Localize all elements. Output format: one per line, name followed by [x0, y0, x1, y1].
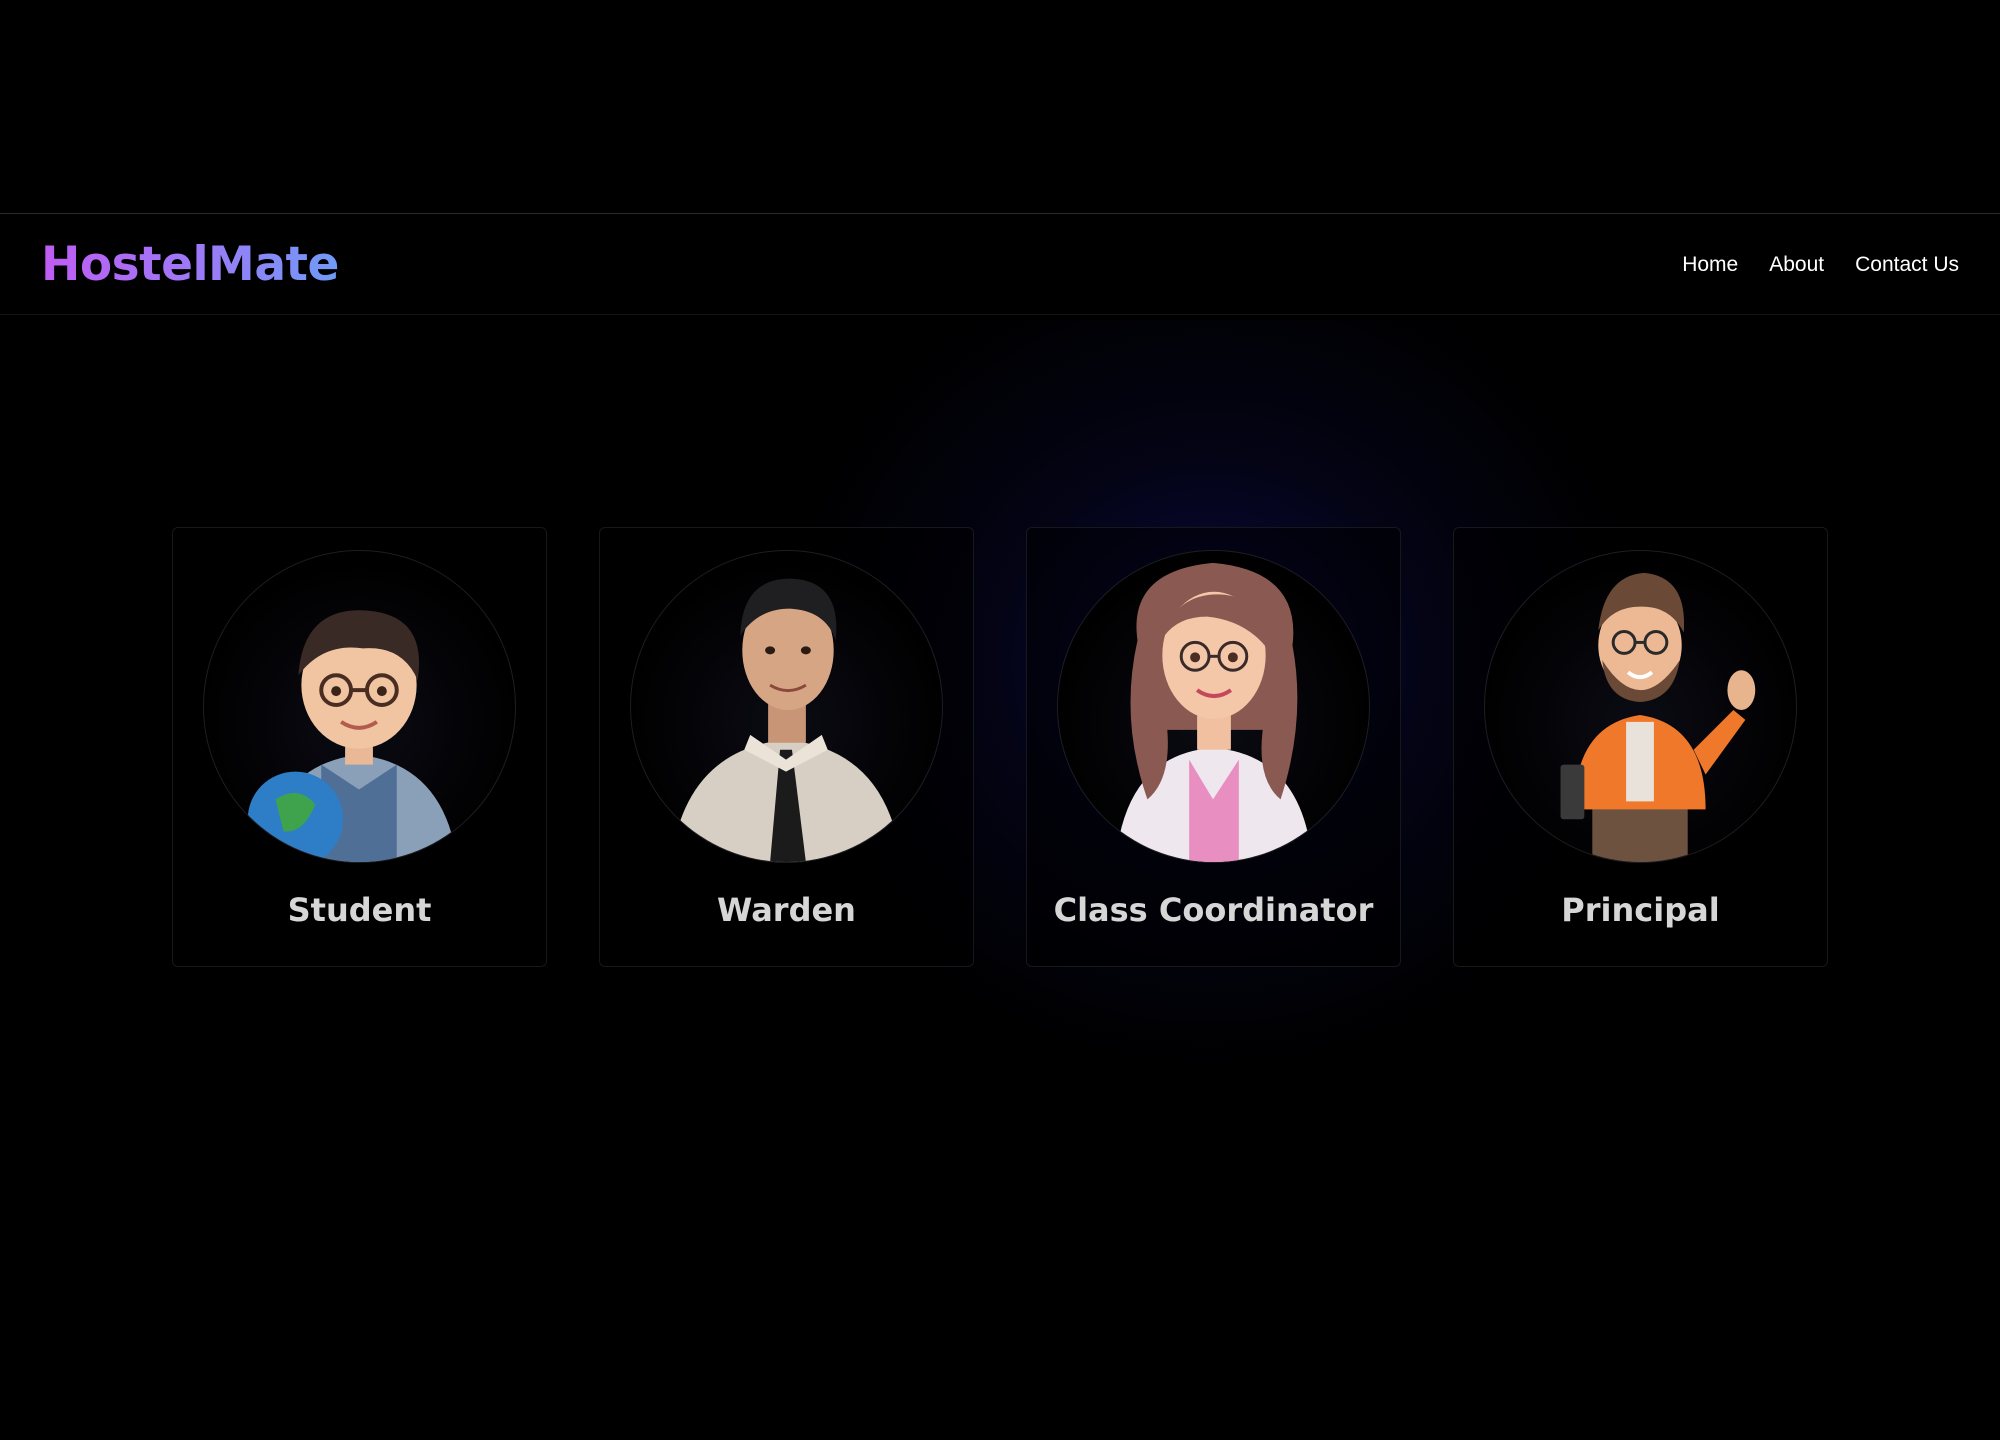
warden-avatar-icon [630, 550, 943, 863]
nav-contact-link[interactable]: Contact Us [1855, 253, 1959, 277]
top-band [0, 0, 2000, 214]
nav-links: Home About Contact Us [1682, 253, 1959, 277]
role-label: Warden [717, 891, 856, 929]
role-card-class-coordinator[interactable]: Class Coordinator [1026, 527, 1401, 967]
role-card-student[interactable]: Student [172, 527, 547, 967]
role-label: Student [287, 891, 432, 929]
nav-about-link[interactable]: About [1769, 253, 1824, 277]
brand-logo[interactable]: HostelMate [41, 237, 339, 292]
nav-home-link[interactable]: Home [1682, 253, 1738, 277]
role-card-principal[interactable]: Principal [1453, 527, 1828, 967]
role-label: Principal [1561, 891, 1720, 929]
role-card-warden[interactable]: Warden [599, 527, 974, 967]
navbar: HostelMate Home About Contact Us [0, 215, 2000, 315]
principal-avatar-icon [1484, 550, 1797, 863]
coordinator-avatar-icon [1057, 550, 1370, 863]
role-cards: Student Warden Class Coordinator Princip… [172, 527, 1828, 967]
student-avatar-icon [203, 550, 516, 863]
role-label: Class Coordinator [1053, 891, 1374, 929]
